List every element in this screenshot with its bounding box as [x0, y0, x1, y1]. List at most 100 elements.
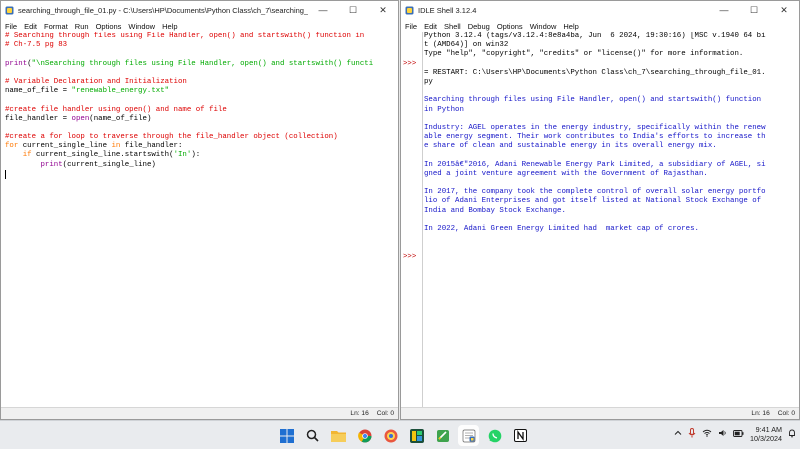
shell-line: Type "help", "copyright", "credits" or "…	[424, 50, 799, 59]
editor-menu-help[interactable]: Help	[162, 22, 177, 31]
editor-token: file_handler =	[5, 114, 72, 123]
editor-menu-run[interactable]: Run	[75, 22, 89, 31]
minimize-button[interactable]: —	[709, 1, 739, 19]
editor-menu-window[interactable]: Window	[128, 22, 155, 31]
gutter-blank	[401, 216, 422, 225]
shell-output[interactable]: Python 3.12.4 (tags/v3.12.4:8e8a4ba, Jun…	[424, 32, 799, 407]
gutter-blank	[401, 161, 422, 170]
editor-token: current_single_line	[18, 142, 112, 151]
shell-line: India and Bombay Stock Exchange.	[424, 207, 799, 216]
gutter-blank	[401, 69, 422, 78]
gutter-blank	[401, 197, 422, 206]
editor-token	[5, 161, 40, 169]
shell-prompt: >>>	[403, 59, 417, 68]
editor-token: for	[5, 142, 19, 151]
editor-token	[5, 151, 23, 159]
editor-line	[5, 169, 398, 179]
close-button[interactable]: ✕	[368, 1, 398, 19]
shell-token: Searching through files using File Handl…	[424, 96, 762, 105]
editor-line: # Ch-7.5 pg 83	[5, 41, 398, 50]
editor-token: "renewable_energy.txt"	[71, 87, 170, 96]
editor-token: name_of_file =	[5, 87, 72, 96]
editor-token: if	[22, 151, 32, 160]
editor-line: name_of_file = "renewable_energy.txt"	[5, 87, 398, 96]
speaker-icon[interactable]	[718, 429, 727, 439]
python-idle-icon[interactable]	[458, 425, 479, 446]
shell-titlebar[interactable]: IDLE Shell 3.12.4 — ☐ ✕	[401, 1, 799, 19]
shell-token: e share of clean and sustainable energy …	[424, 142, 717, 151]
chevron-up-icon[interactable]	[674, 429, 682, 439]
shell-menu-window[interactable]: Window	[530, 22, 557, 31]
python-file-icon	[5, 6, 14, 15]
shell-menu-file[interactable]: File	[405, 22, 417, 31]
maximize-button[interactable]: ☐	[739, 1, 769, 19]
shell-line: Searching through files using File Handl…	[424, 96, 799, 105]
battery-icon[interactable]	[733, 429, 744, 439]
editor-menu-edit[interactable]: Edit	[24, 22, 37, 31]
code-editor[interactable]: # Searching through files using File Han…	[1, 32, 398, 407]
minimize-button[interactable]: —	[308, 1, 338, 19]
wifi-icon[interactable]	[702, 429, 712, 439]
shell-token: In 2017, the company took the complete c…	[424, 188, 766, 197]
chrome-icon[interactable]	[354, 425, 375, 446]
windows-start-icon[interactable]	[276, 425, 297, 446]
editor-token: #create a for loop to traverse through t…	[5, 133, 338, 142]
shell-line: In 2022, Adani Green Energy Limited had …	[424, 225, 799, 234]
editor-line: file_handler = open(name_of_file)	[5, 115, 398, 124]
microphone-icon[interactable]	[688, 428, 696, 440]
gutter-blank	[401, 78, 422, 87]
shell-window[interactable]: IDLE Shell 3.12.4 — ☐ ✕ File Edit Shell Deb…	[400, 0, 800, 420]
gutter-blank	[401, 50, 422, 59]
shell-menu-help[interactable]: Help	[563, 22, 578, 31]
editor-menu-options[interactable]: Options	[96, 22, 122, 31]
gutter-blank	[401, 96, 422, 105]
taskbar: 9:41 AM 10/3/2024	[0, 420, 800, 449]
notification-bell-icon[interactable]	[788, 429, 796, 440]
shell-line: Python 3.12.4 (tags/v3.12.4:8e8a4ba, Jun…	[424, 32, 799, 41]
editor-titlebar[interactable]: searching_through_file_01.py - C:\Users\…	[1, 1, 398, 19]
shell-menu-debug[interactable]: Debug	[468, 22, 490, 31]
gutter-blank	[401, 133, 422, 142]
gutter-blank	[401, 124, 422, 133]
whatsapp-icon[interactable]	[484, 425, 505, 446]
shell-statusbar: Ln: 16 Col: 0	[401, 407, 799, 419]
shell-menu-options[interactable]: Options	[497, 22, 523, 31]
shell-token: lio of Adani Enterprises and got itself …	[424, 197, 762, 206]
editor-token: (current_single_line)	[62, 160, 156, 169]
editor-token: ):	[191, 151, 201, 160]
clock[interactable]: 9:41 AM 10/3/2024	[750, 425, 782, 443]
editor-line: print("\nSearching through files using F…	[5, 60, 398, 69]
editor-menubar: File Edit Format Run Options Window Help	[1, 19, 398, 33]
file-explorer-icon[interactable]	[328, 425, 349, 446]
editor-app-icon[interactable]	[406, 425, 427, 446]
gutter-blank	[401, 115, 422, 124]
editor-line: if current_single_line.startswith('In'):	[5, 151, 398, 160]
shell-token: gned a joint venture agreement with the …	[424, 169, 708, 178]
maximize-button[interactable]: ☐	[338, 1, 368, 19]
shell-line: Industry: AGEL operates in the energy in…	[424, 124, 799, 133]
editor-token: 'In'	[173, 151, 192, 160]
gutter-blank	[401, 87, 422, 96]
shell-title: IDLE Shell 3.12.4	[418, 5, 477, 15]
browser-alt-icon[interactable]	[380, 425, 401, 446]
shell-token: py	[424, 77, 433, 86]
shell-menu-edit[interactable]: Edit	[424, 22, 437, 31]
gutter-blank	[401, 243, 422, 252]
search-icon[interactable]	[302, 425, 323, 446]
shell-menu-shell[interactable]: Shell	[444, 22, 461, 31]
shell-token: India and Bombay Stock Exchange.	[424, 206, 566, 215]
editor-window[interactable]: searching_through_file_01.py - C:\Users\…	[0, 0, 399, 420]
close-button[interactable]: ✕	[769, 1, 799, 19]
notion-icon[interactable]	[510, 425, 531, 446]
shell-token: t (AMD64)] on win32	[424, 41, 509, 50]
editor-menu-file[interactable]: File	[5, 22, 17, 31]
notepad-green-icon[interactable]	[432, 425, 453, 446]
editor-token: (name_of_file)	[89, 114, 152, 123]
editor-menu-format[interactable]: Format	[44, 22, 68, 31]
